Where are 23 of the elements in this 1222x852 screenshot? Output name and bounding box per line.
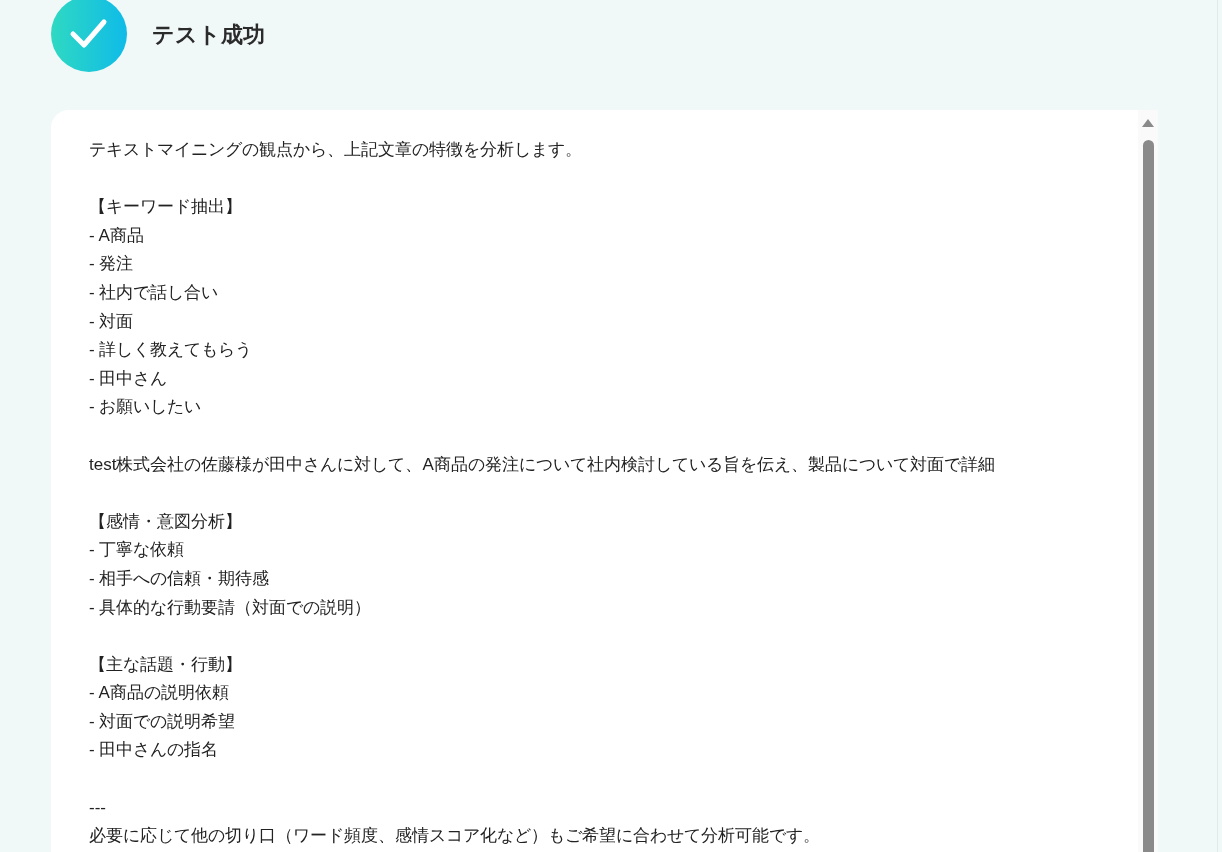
output-text-line: - A商品 bbox=[89, 224, 144, 247]
output-text-line: 【主な話題・行動】 bbox=[89, 653, 242, 676]
output-text-line: - 対面での説明希望 bbox=[89, 710, 236, 733]
output-text-line: - お願いしたい bbox=[89, 396, 202, 419]
output-text-line: - 丁寧な依頼 bbox=[89, 539, 185, 562]
output-text-line: 必要に応じて他の切り口（ワード頻度、感情スコア化など）もご希望に合わせて分析可能です。 bbox=[89, 825, 820, 848]
scrollbar-thumb[interactable] bbox=[1142, 140, 1154, 852]
output-text-line: test株式会社の佐藤様が田中さんに対して、A商品の発注について社内検討している旨を伝え、製品について対面で詳細 bbox=[89, 453, 995, 476]
output-text-line: - 発注 bbox=[89, 253, 134, 276]
output-text-line: - 田中さん bbox=[89, 367, 168, 390]
output-text-line: - A商品の説明依頼 bbox=[89, 682, 229, 705]
scroll-up-arrow-icon[interactable] bbox=[1142, 119, 1154, 127]
output-text-line: - 相手への信頼・期待感 bbox=[89, 567, 270, 590]
output-text-line: - 詳しく教えてもらう bbox=[89, 339, 253, 362]
output-text-line: - 田中さんの指名 bbox=[89, 739, 219, 762]
output-text-line: テキストマイニングの観点から、上記文章の特徴を分析します。 bbox=[89, 139, 582, 161]
output-text-line: 【キーワード抽出】 bbox=[89, 196, 242, 219]
output-text-line: 【感情・意図分析】 bbox=[89, 510, 242, 533]
output-text-line: - 社内で話し合い bbox=[89, 281, 219, 304]
output-text-line: - 具体的な行動要請（対面での説明） bbox=[89, 596, 372, 619]
output-text-line: - 対面 bbox=[89, 310, 134, 333]
output-text-line: --- bbox=[89, 796, 106, 819]
page-title: テスト成功 bbox=[152, 20, 265, 49]
